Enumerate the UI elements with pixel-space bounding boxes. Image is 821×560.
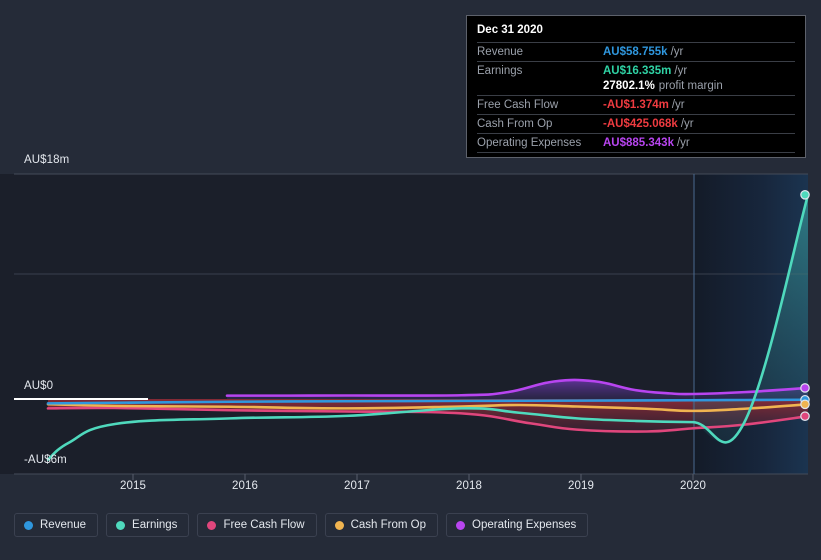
tooltip-row-value-wrap: 27802.1% profit margin [603,80,723,92]
endpoint-marker-operating-expenses [800,383,810,393]
endpoint-marker-cash-from-op [800,399,810,410]
tooltip-row-value: 27802.1% [603,80,655,92]
tooltip-row-value-wrap: -AU$1.374m/yr [603,99,685,111]
y-axis-label-zero: AU$0 [24,380,54,392]
tooltip-row-label: Cash From Op [477,118,553,130]
tooltip-row-value-wrap: AU$885.343k/yr [603,137,690,149]
y-axis-label-top: AU$18m [24,154,70,166]
tooltip-row-label: Free Cash Flow [477,99,559,111]
tooltip-row-label: Revenue [477,46,524,58]
legend-item-revenue[interactable]: Revenue [14,513,99,537]
tooltip-row-unit: /yr [674,65,688,77]
legend-item-label: Earnings [132,519,178,531]
tooltip-row-value-wrap: AU$16.335m/yr [603,65,687,77]
tooltip-row-value-wrap: AU$58.755k/yr [603,46,683,58]
tooltip-row-unit: /yr [670,46,684,58]
legend-color-dot-icon [207,520,217,530]
legend-color-dot-icon [24,520,33,530]
legend-color-dot-icon [116,520,126,530]
y-axis-label-bottom: -AU$6m [24,454,67,466]
tooltip-row-unit: /yr [676,137,690,149]
tooltip-row: Free Cash Flow -AU$1.374m/yr [477,95,795,114]
x-axis-label-2015: 2015 [120,480,146,492]
legend-color-dot-icon [456,520,466,530]
legend-item-operating-expenses[interactable]: Operating Expenses [446,513,589,537]
tooltip-row-value: -AU$1.374m [603,99,669,111]
legend-item-label: Operating Expenses [472,519,577,531]
financial-performance-chart: AU$18m AU$0 -AU$6m 2015 2016 2017 2018 2… [0,0,821,560]
tooltip-row-unit: /yr [680,118,694,130]
endpoint-marker-earnings [800,190,810,200]
tooltip-rows: Revenue AU$58.755k/yr Earnings AU$16.335m/y… [477,42,795,152]
x-axis-label-2017: 2017 [344,480,370,492]
tooltip-row: 27802.1% profit margin [477,80,795,95]
x-axis-label-2019: 2019 [568,480,594,492]
tooltip-row-label: Earnings [477,65,523,77]
tooltip-date: Dec 31 2020 [477,24,543,36]
tooltip-bottom-rule [477,152,795,153]
tooltip-row-value-wrap: -AU$425.068k/yr [603,118,694,130]
tooltip-row-suffix: profit margin [658,80,723,92]
x-axis-label-2020: 2020 [680,480,706,492]
legend-item-cash-from-op[interactable]: Cash From Op [324,513,439,537]
tooltip-row: Earnings AU$16.335m/yr [477,61,795,80]
legend-color-dot-icon [334,520,344,530]
tooltip-row-unit: /yr [671,99,685,111]
endpoint-marker-free-cash-flow [800,411,810,421]
legend-item-label: Revenue [40,519,87,531]
x-axis-label-2018: 2018 [456,480,482,492]
x-axis-label-2016: 2016 [232,480,258,492]
tooltip-row: Cash From Op -AU$425.068k/yr [477,114,795,133]
legend-item-earnings[interactable]: Earnings [106,513,190,537]
legend-item-label: Free Cash Flow [223,519,305,531]
tooltip-row-value: AU$885.343k [603,137,674,149]
tooltip-row: Revenue AU$58.755k/yr [477,42,795,61]
tooltip-row-label: Operating Expenses [477,137,582,149]
legend-item-free-cash-flow[interactable]: Free Cash Flow [197,513,317,537]
legend-item-label: Cash From Op [350,519,427,531]
tooltip-row-value: -AU$425.068k [603,118,678,130]
tooltip-row-value: AU$16.335m [603,65,672,77]
tooltip-row: Operating Expenses AU$885.343k/yr [477,133,795,152]
tooltip-row-value: AU$58.755k [603,46,668,58]
chart-legend[interactable]: Revenue Earnings Free Cash Flow Cash From O… [14,513,589,537]
chart-tooltip: Dec 31 2020 Revenue AU$58.755k/yr Earnings… [466,15,806,158]
